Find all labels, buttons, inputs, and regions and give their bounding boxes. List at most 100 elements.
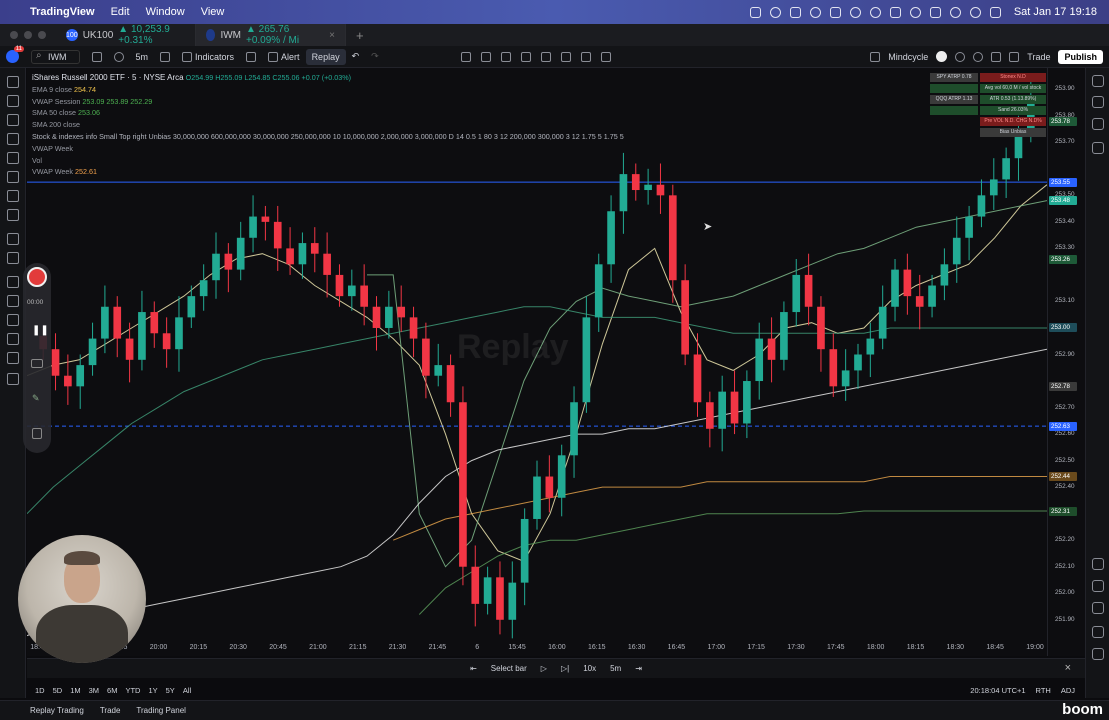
wifi-icon[interactable] [949, 6, 961, 18]
alert-button[interactable]: Alert [262, 46, 306, 68]
play-icon[interactable] [869, 6, 881, 18]
tab-trading-panel[interactable]: Trading Panel [136, 706, 186, 715]
distribute-icon[interactable] [480, 51, 491, 62]
new-tab-icon[interactable]: + [346, 28, 374, 43]
profile-avatar[interactable]: 11 [6, 46, 24, 63]
range-button[interactable]: All [183, 686, 191, 695]
rectangle-icon[interactable] [520, 51, 531, 62]
legend-indicator-row[interactable]: Vol [32, 155, 624, 167]
record-icon[interactable] [769, 6, 781, 18]
favorites-icon[interactable] [7, 333, 19, 345]
legend-indicator-row[interactable]: SMA 200 close [32, 119, 624, 131]
close-tab-icon[interactable]: × [329, 30, 335, 41]
range-button[interactable]: 1D [35, 686, 45, 695]
range-button[interactable]: YTD [125, 686, 140, 695]
battery-icon[interactable] [929, 6, 941, 18]
notifications-icon[interactable] [1092, 626, 1104, 638]
ideas-icon[interactable] [1092, 580, 1104, 592]
layers-icon[interactable] [1092, 118, 1104, 130]
profile[interactable]: 11 [0, 46, 25, 68]
zoom-icon[interactable] [789, 6, 801, 18]
pattern-tool-icon[interactable] [7, 133, 19, 145]
alerts-icon[interactable] [1092, 96, 1104, 108]
undo-button[interactable]: ↶ [346, 46, 366, 68]
minimize-window-icon[interactable] [24, 31, 32, 39]
trendline-icon[interactable] [540, 51, 551, 62]
chat-icon[interactable] [1092, 142, 1104, 154]
settings-icon[interactable] [973, 51, 984, 62]
user-icon[interactable] [936, 51, 948, 62]
tab-uk100[interactable]: 100 UK100 ▲ 10,253.9 +0.31% [56, 24, 196, 46]
brush-icon[interactable] [580, 51, 591, 62]
fib-tool-icon[interactable] [7, 114, 19, 126]
settings-icon[interactable] [809, 6, 821, 18]
tab-iwm[interactable]: IWM ▲ 265.76 +0.09% / Mi × [196, 24, 346, 46]
help-icon[interactable] [1092, 648, 1104, 660]
search-icon[interactable] [969, 6, 981, 18]
indicators-button[interactable]: Indicators [176, 46, 240, 68]
control-center-icon[interactable] [989, 6, 1001, 18]
menu-edit[interactable]: Edit [111, 6, 130, 18]
symbol-search[interactable]: IWM [25, 46, 86, 68]
range-button[interactable]: 1M [70, 686, 80, 695]
legend-indicator-row[interactable]: SMA 50 close 253.06 [32, 107, 624, 119]
measure-icon[interactable] [500, 51, 511, 62]
brush-tool-icon[interactable] [7, 171, 19, 183]
align-icon[interactable] [460, 51, 471, 62]
magnet-icon[interactable] [7, 276, 19, 288]
legend-indicator-row[interactable]: EMA 9 close 254.74 [32, 84, 624, 96]
target-icon[interactable] [1092, 558, 1104, 570]
session-toggle[interactable]: RTH [1036, 686, 1051, 695]
select-bar-button[interactable]: Select bar [491, 664, 527, 673]
adj-toggle[interactable]: ADJ [1061, 686, 1075, 695]
range-button[interactable]: 6M [107, 686, 117, 695]
menu-window[interactable]: Window [146, 6, 185, 18]
legend-indicator-row[interactable]: VWAP Session 253.09 253.89 252.29 [32, 96, 624, 108]
emoji-tool-icon[interactable] [7, 209, 19, 221]
trendline-tool-icon[interactable] [7, 95, 19, 107]
close-replay-icon[interactable]: × [1065, 662, 1071, 674]
signal-icon[interactable] [1092, 602, 1104, 614]
text-tool-icon[interactable] [7, 190, 19, 202]
range-button[interactable]: 5D [53, 686, 63, 695]
range-button[interactable]: 5Y [166, 686, 175, 695]
lock-drawings-icon[interactable] [7, 295, 19, 307]
time-axis[interactable]: 18:4519:3019:4520:0020:1520:3020:4521:00… [27, 641, 1047, 656]
trade-button[interactable]: Trade [1027, 52, 1050, 62]
object-tree-icon[interactable] [7, 352, 19, 364]
chart-pane[interactable]: Replay ➤ iShares Russell 2000 ETF · 5 · … [27, 68, 1047, 656]
bluetooth-icon[interactable] [909, 6, 921, 18]
step-forward-icon[interactable]: ▷| [561, 664, 569, 673]
app-name[interactable]: TradingView [30, 6, 95, 18]
zoom-in-icon[interactable] [7, 252, 19, 264]
trash-icon[interactable] [7, 373, 19, 385]
shield-icon[interactable] [849, 6, 861, 18]
price-axis[interactable]: 253.90 253.80 253.70 253.50 253.40 253.30 253.… [1047, 68, 1085, 656]
fullscreen-icon[interactable] [991, 51, 1002, 62]
interval-button[interactable]: 5m [130, 46, 155, 68]
redo-button[interactable]: ↷ [365, 46, 385, 68]
screen-record-icon[interactable] [749, 6, 761, 18]
ruler-icon[interactable] [7, 233, 19, 245]
legend-indicator-row[interactable]: VWAP Week 252.61 [32, 166, 624, 178]
watchlist-icon[interactable] [1092, 75, 1104, 87]
replay-button[interactable]: Replay [305, 48, 346, 65]
menu-view[interactable]: View [201, 6, 225, 18]
publish-button[interactable]: Publish [1058, 49, 1103, 64]
play-icon[interactable]: ▷ [541, 664, 547, 673]
display-icon[interactable] [889, 6, 901, 18]
speed-button[interactable]: 10x [583, 664, 596, 673]
tab-trade[interactable]: Trade [100, 706, 121, 715]
select-bar-icon[interactable]: ⇤ [470, 664, 477, 673]
jump-to-realtime-icon[interactable]: ⇥ [635, 664, 642, 673]
utc-clock[interactable]: 20:18:04 UTC+1 [970, 686, 1025, 695]
add-symbol-button[interactable] [108, 46, 130, 68]
hide-drawings-icon[interactable] [7, 314, 19, 326]
edit-icon[interactable] [829, 6, 841, 18]
pause-icon[interactable]: ❚❚ [32, 325, 49, 336]
camera-toggle-icon[interactable] [31, 359, 43, 368]
templates-button[interactable] [240, 46, 262, 68]
symbol-title[interactable]: iShares Russell 2000 ETF · 5 · NYSE Arca [32, 73, 184, 82]
pen-icon[interactable]: ✎ [32, 393, 40, 404]
path-icon[interactable] [560, 51, 571, 62]
